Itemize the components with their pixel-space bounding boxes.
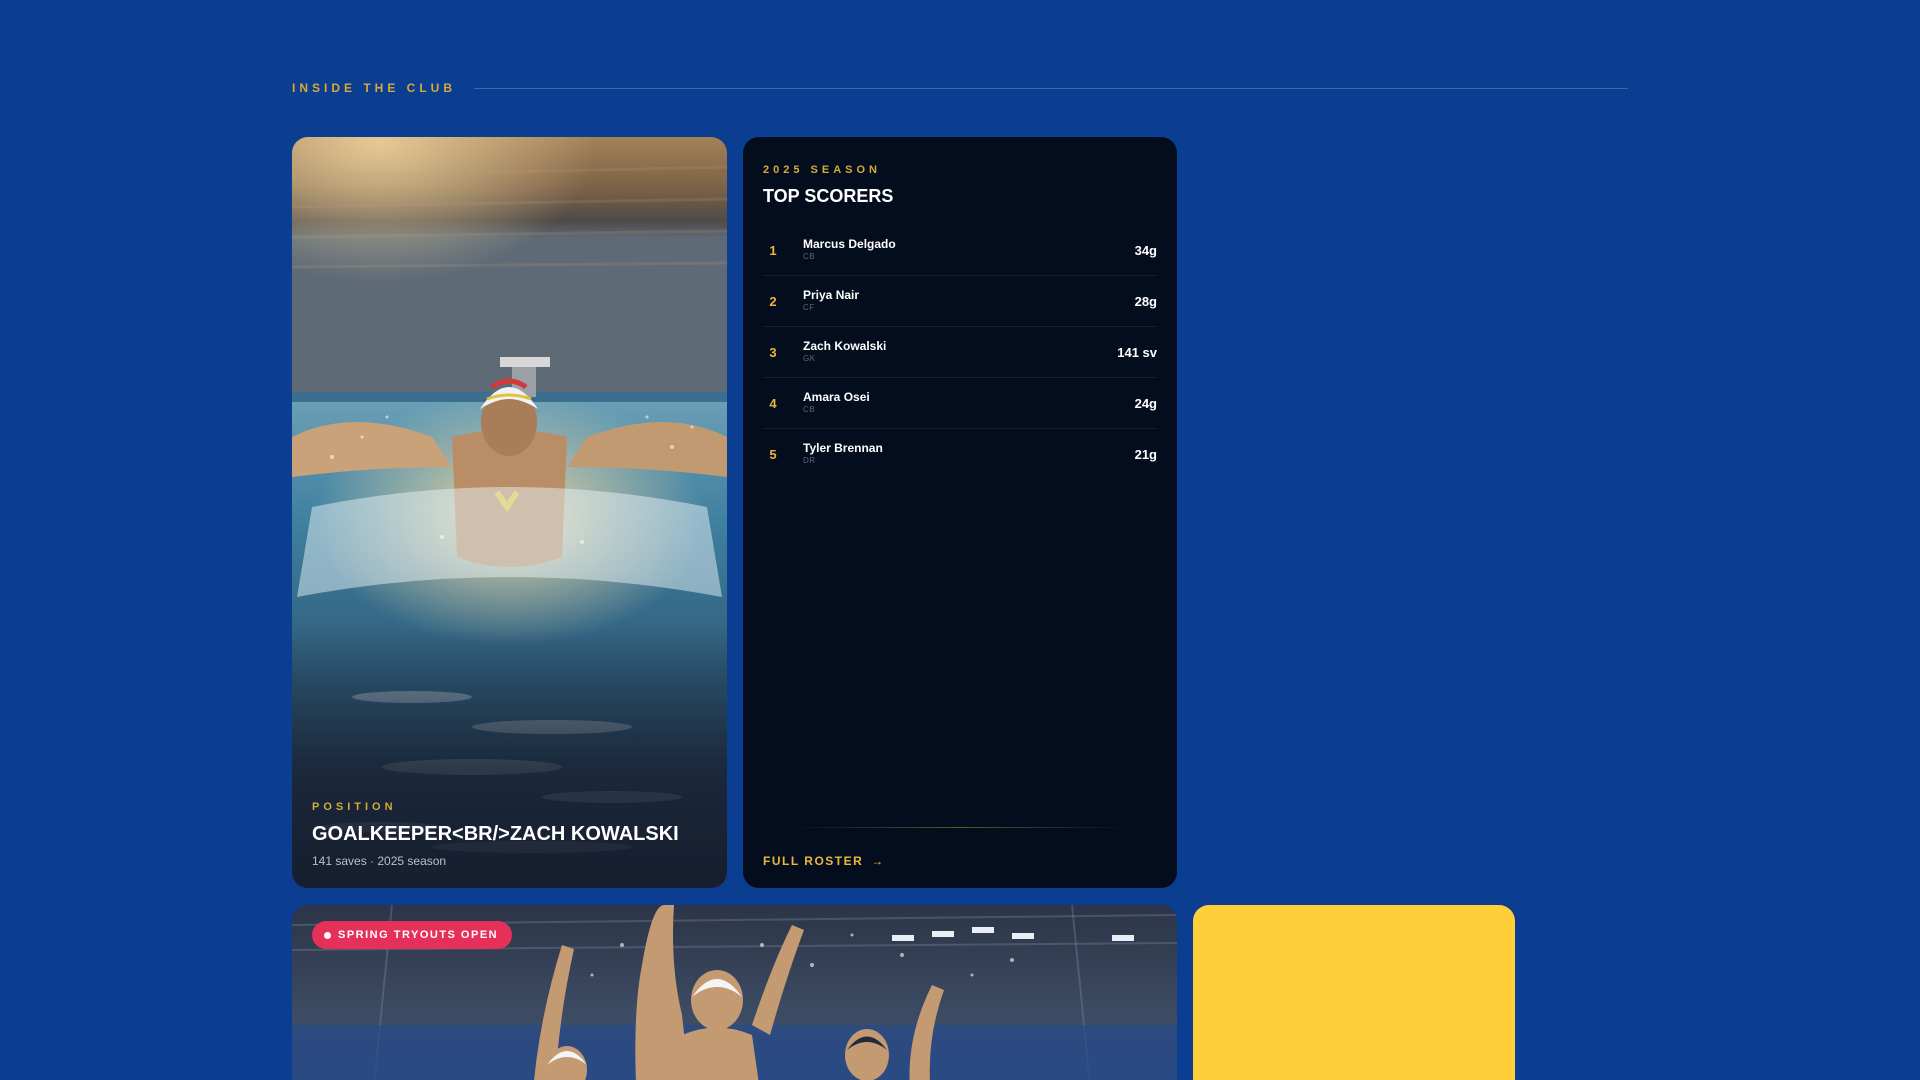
scorer-details: Tyler Brennan DR	[803, 441, 1135, 467]
scorer-details: Zach Kowalski GK	[803, 339, 1117, 365]
scorer-details: Amara Osei CB	[803, 390, 1135, 416]
scorer-row[interactable]: 3 Zach Kowalski GK 141 sv	[763, 327, 1157, 378]
page: INSIDE THE CLUB POSITION GOALKEEPER<BR/>…	[0, 0, 1920, 1080]
scorers-eyebrow: 2025 SEASON	[763, 164, 881, 176]
full-roster-label: FULL ROSTER	[763, 854, 864, 868]
tryouts-badge-label: SPRING TRYOUTS OPEN	[338, 929, 499, 941]
scorer-row[interactable]: 2 Priya Nair CF 28g	[763, 276, 1157, 327]
scorer-rank: 5	[769, 446, 777, 462]
scorer-row[interactable]: 4 Amara Osei CB 24g	[763, 378, 1157, 429]
scorer-position: GK	[803, 354, 816, 363]
player-spotlight-card[interactable]: POSITION GOALKEEPER<BR/>ZACH KOWALSKI 14…	[292, 137, 727, 888]
scorer-row[interactable]: 5 Tyler Brennan DR 21g	[763, 429, 1157, 479]
full-roster-link[interactable]: FULL ROSTER →	[763, 854, 885, 868]
promo-card[interactable]	[1193, 905, 1515, 1080]
scorer-details: Priya Nair CF	[803, 288, 1135, 314]
player-title: GOALKEEPER<BR/>ZACH KOWALSKI	[312, 823, 679, 845]
scorer-row[interactable]: 1 Marcus Delgado CB 34g	[763, 225, 1157, 276]
scorer-position: CB	[803, 252, 816, 261]
scorer-name: Amara Osei	[803, 390, 870, 404]
scorer-position: DR	[803, 456, 816, 465]
scorer-rank: 2	[769, 293, 777, 309]
tryouts-badge[interactable]: SPRING TRYOUTS OPEN	[312, 921, 513, 949]
scorer-name: Tyler Brennan	[803, 441, 883, 455]
arrow-right-icon: →	[871, 854, 885, 868]
scorer-name: Priya Nair	[803, 288, 860, 302]
section-eyebrow: INSIDE THE CLUB	[292, 81, 457, 95]
section-header: INSIDE THE CLUB	[292, 80, 1628, 96]
scorer-position: CF	[803, 303, 815, 312]
scorers-list: 1 Marcus Delgado CB 34g 2 Priya Nair CF …	[763, 225, 1157, 479]
scorer-rank: 4	[769, 395, 777, 411]
scorer-stat: 24g	[1134, 395, 1157, 411]
scorer-name: Marcus Delgado	[803, 237, 896, 251]
scorer-stat: 21g	[1134, 446, 1157, 462]
scorer-rank: 1	[769, 242, 777, 258]
scorers-divider	[793, 827, 1127, 828]
scorer-stat: 141 sv	[1117, 344, 1157, 360]
scorer-position: CB	[803, 405, 816, 414]
scorer-name: Zach Kowalski	[803, 339, 887, 353]
scorer-details: Marcus Delgado CB	[803, 237, 1135, 263]
scorer-stat: 28g	[1134, 293, 1157, 309]
live-dot-icon	[324, 931, 331, 939]
scorer-stat: 34g	[1134, 242, 1157, 258]
scorer-rank: 3	[769, 344, 777, 360]
top-scorers-card: 2025 SEASON TOP SCORERS 1 Marcus Delgado…	[743, 137, 1177, 888]
player-info: POSITION GOALKEEPER<BR/>ZACH KOWALSKI 14…	[312, 801, 707, 868]
tryouts-card[interactable]: SPRING TRYOUTS OPEN	[292, 905, 1177, 1080]
section-divider	[474, 87, 1628, 89]
player-meta: 141 saves · 2025 season	[312, 854, 447, 868]
scorers-title: TOP SCORERS	[763, 186, 894, 206]
player-eyebrow: POSITION	[312, 801, 397, 813]
